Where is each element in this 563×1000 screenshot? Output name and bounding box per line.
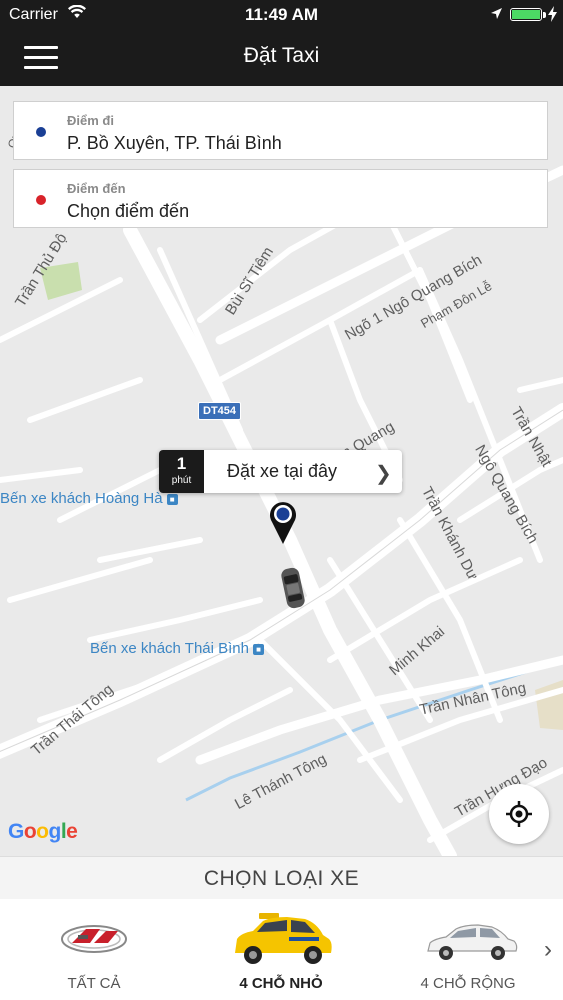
current-location-button[interactable] [489,784,549,844]
google-attribution: Google [8,820,78,844]
nav-bar: Đặt Taxi [0,30,563,86]
page-title: Đặt Taxi [243,44,320,67]
poi-bus-station: Bến xe khách Thái Bình ■ [90,640,264,657]
all-vehicles-logo-icon [61,925,127,953]
taxi-car-icon [281,567,305,609]
vehicle-option-all[interactable]: TẤT CẢ [14,899,174,1000]
google-letter: G [8,820,24,843]
battery-tip [543,12,546,18]
vehicle-section-title: CHỌN LOẠI XE [203,867,360,890]
google-letter: o [36,820,49,843]
google-letter: e [66,820,78,843]
google-letter: g [48,820,62,843]
poi-label: Bến xe khách Thái Bình [90,640,249,657]
eta-badge: 1 phút [159,450,204,493]
vehicle-option-4-seat-small[interactable]: 4 CHỖ NHỎ [201,899,361,1000]
bus-icon: ■ [166,493,178,505]
yellow-hatchback-icon [235,913,332,964]
battery-icon [510,8,542,21]
app-screen: Carrier 11:49 AM Đặt Taxi Trần Thủ Độ Bù… [0,0,563,1000]
poi-bus-station: Bến xe khách Hoàng Hà ■ [0,490,178,507]
chevron-right-icon: ❯ [375,463,392,485]
status-bar: Carrier 11:49 AM [0,0,563,30]
chevron-right-icon[interactable]: › [536,936,560,966]
pickup-field[interactable]: Điểm đi P. Bồ Xuyên, TP. Thái Bình [13,101,548,160]
vehicle-option-4-seat-large[interactable]: 4 CHỖ RỘNG [388,899,548,1000]
map-pin-icon [270,502,296,544]
google-letter: o [23,820,37,843]
vehicle-option-label: 4 CHỖ NHỎ [239,975,323,992]
pickup-label: Điểm đi [67,113,114,128]
vehicle-options: TẤT CẢ 4 CHỖ NHỎ 4 CHỖ RỘNG [0,899,563,1000]
destination-dot-icon [36,195,46,205]
eta-number: 1 [176,454,187,473]
book-here-label: Đặt xe tại đây [227,461,338,481]
destination-placeholder: Chọn điểm đến [67,201,190,221]
destination-field[interactable]: Điểm đến Chọn điểm đến [13,169,548,228]
vehicle-section-header: CHỌN LOẠI XE [0,856,563,900]
location-arrow-icon [491,8,502,19]
bus-icon: ■ [253,643,264,655]
poi-label: Bến xe khách Hoàng Hà [0,490,163,507]
destination-label: Điểm đến [67,181,126,196]
vehicle-option-label: 4 CHỖ RỘNG [420,975,516,992]
pickup-dot-icon [36,127,46,137]
vehicle-option-label: TẤT CẢ [67,975,121,992]
status-time: 11:49 AM [244,5,319,24]
crosshair-icon [506,801,532,827]
charging-bolt-icon [548,6,557,22]
eta-unit: phút [171,475,192,486]
book-here-button[interactable]: 1 phút Đặt xe tại đây ❯ [159,450,402,493]
white-sedan-icon [427,924,518,960]
route-shield: DT454 [198,402,242,420]
pickup-address: P. Bồ Xuyên, TP. Thái Bình [67,133,282,153]
